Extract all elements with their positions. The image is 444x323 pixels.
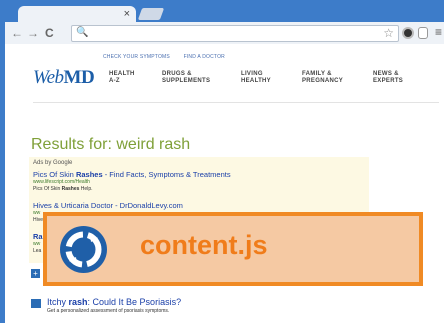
shield-icon[interactable] (418, 27, 428, 39)
ad-item: Pics Of Skin Rashes - Find Facts, Sympto… (33, 170, 231, 193)
ad-url[interactable]: www.lifescript.com/Health (33, 179, 231, 186)
forward-icon[interactable]: → (27, 25, 39, 41)
reload-icon[interactable]: C (45, 25, 54, 41)
new-tab-button[interactable] (137, 8, 165, 20)
ad-description: Pics Of Skin Rashes Help. (33, 186, 231, 193)
tab-bar: × (0, 0, 444, 22)
nav-line: FAMILY & (302, 71, 332, 77)
ad-title-link[interactable]: Pics Of Skin Rashes - Find Facts, Sympto… (33, 170, 231, 179)
nav-line: A-Z (109, 78, 120, 84)
header-divider (33, 102, 439, 103)
nav-line: EXPERTS (373, 78, 404, 84)
ad-desc-text: Hive (33, 217, 44, 223)
nav-line: NEWS & (373, 71, 399, 77)
top-links: CHECK YOUR SYMPTOMS FIND A DOCTOR (103, 54, 237, 60)
result-description: Get a personalized assessment of psorias… (47, 308, 170, 314)
chat-bubble-icon (31, 299, 41, 308)
result-title-link[interactable]: Itchy rash: Could It Be Psoriasis? (47, 297, 181, 307)
tab-close-icon[interactable]: × (124, 6, 130, 22)
ad-title-bold: Rashes (75, 170, 103, 179)
content-script-badge: content.js (43, 212, 423, 286)
nav-line: DRUGS & (162, 71, 192, 77)
plus-icon[interactable]: + (31, 269, 40, 278)
nav-line: LIVING (241, 71, 263, 77)
nav-health-az[interactable]: HEALTH A-Z (109, 71, 135, 85)
find-doctor-link[interactable]: FIND A DOCTOR (184, 54, 225, 60)
result-title-text: : Could It Be Psoriasis? (87, 297, 182, 307)
ad-desc-text: Lea (33, 248, 42, 254)
logo-md: MD (63, 67, 95, 88)
logo-web: Web (33, 67, 64, 88)
ad-title-text: Hives & Urticaria Doctor - DrDonaldLevy.… (33, 201, 183, 210)
ad-title-text: Ra (33, 232, 43, 241)
results-heading: Results for: weird rash (31, 136, 191, 153)
nav-news-experts[interactable]: NEWS & EXPERTS (373, 71, 403, 85)
result-title-text: Itchy (47, 297, 69, 307)
ads-label: Ads by Google (33, 160, 73, 166)
menu-icon[interactable]: ≡ (435, 25, 442, 39)
nav-line: SUPPLEMENTS (162, 78, 211, 84)
ad-desc-bold: Rashes (61, 186, 80, 192)
nav-living-healthy[interactable]: LIVING HEALTHY (241, 71, 271, 85)
refresh-cycle-icon (60, 226, 107, 273)
browser-tab[interactable]: × (18, 6, 136, 22)
back-icon[interactable]: ← (11, 25, 23, 41)
ad-title-text: - Find Facts, Symptoms & Treatments (102, 170, 231, 179)
nav-family-pregnancy[interactable]: FAMILY & PREGNANCY (302, 71, 343, 85)
ad-description: Lea (33, 248, 43, 255)
check-symptoms-link[interactable]: CHECK YOUR SYMPTOMS (103, 54, 170, 60)
nav-line: HEALTH (109, 71, 135, 77)
webmd-logo[interactable]: WebMD (33, 67, 95, 89)
ad-title-link[interactable]: Ra (33, 232, 43, 241)
ad-desc-text: Help. (79, 186, 93, 192)
search-icon: 🔍 (76, 27, 89, 38)
extension-icon[interactable] (402, 27, 414, 39)
nav-line: HEALTHY (241, 78, 271, 84)
browser-toolbar: ← → C 🔍 ☆ ≡ (5, 22, 444, 44)
nav-drugs-supplements[interactable]: DRUGS & SUPPLEMENTS (162, 71, 210, 85)
ad-title-text: Pics Of Skin (33, 170, 76, 179)
ad-url[interactable]: ww (33, 241, 43, 248)
ad-desc-text: Pics Of Skin (33, 186, 62, 192)
result-title-bold: rash (68, 297, 88, 307)
content-script-label: content.js (140, 230, 268, 260)
nav-line: PREGNANCY (302, 78, 344, 84)
bookmark-star-icon[interactable]: ☆ (383, 26, 394, 40)
ad-item: Ra ww Lea (33, 232, 43, 255)
address-bar[interactable]: 🔍 ☆ (71, 25, 399, 42)
ad-title-link[interactable]: Hives & Urticaria Doctor - DrDonaldLevy.… (33, 201, 183, 210)
